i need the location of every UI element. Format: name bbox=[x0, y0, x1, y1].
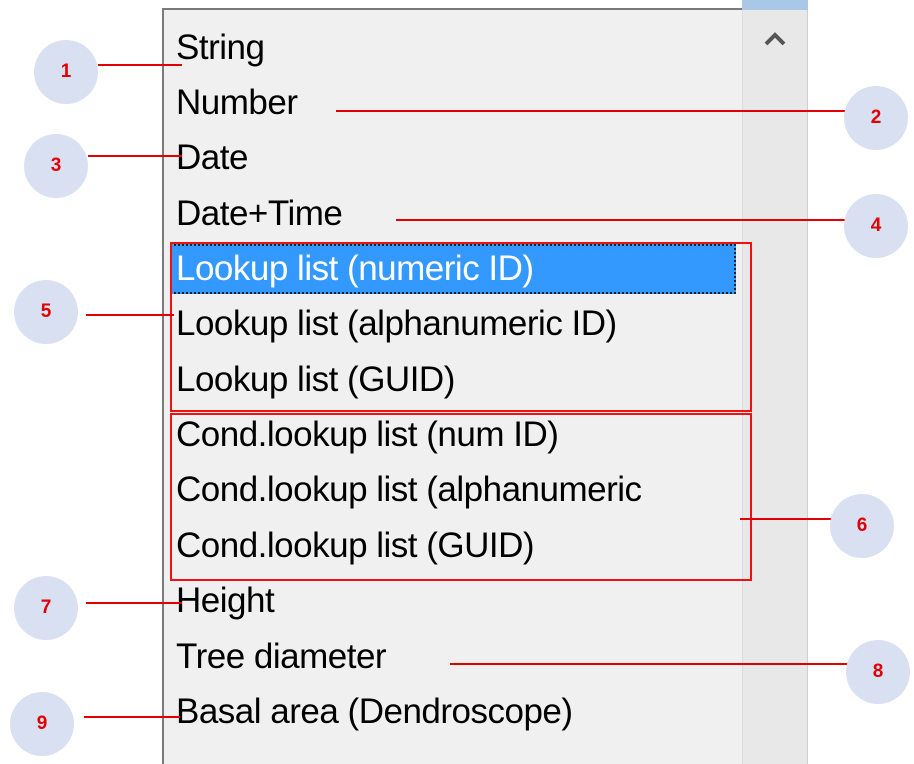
leader-line-5 bbox=[86, 314, 174, 316]
callout-9: 9 bbox=[10, 692, 74, 756]
callout-4: 4 bbox=[844, 194, 908, 258]
scrollbar-top-edge bbox=[742, 0, 808, 10]
callout-2: 2 bbox=[844, 86, 908, 150]
list-item-string[interactable]: String bbox=[176, 23, 265, 73]
callout-6: 6 bbox=[830, 494, 894, 558]
chevron-up-icon bbox=[764, 32, 786, 46]
callout-5: 5 bbox=[14, 280, 78, 344]
leader-line-7 bbox=[86, 602, 182, 604]
leader-line-8 bbox=[450, 663, 858, 665]
scroll-up-button[interactable] bbox=[743, 10, 807, 106]
leader-line-3 bbox=[88, 155, 182, 157]
list-item-date-time[interactable]: Date+Time bbox=[176, 189, 343, 239]
leader-line-1 bbox=[98, 64, 182, 66]
cond-lookup-group-highlight bbox=[170, 413, 752, 581]
list-item-basal-area[interactable]: Basal area (Dendroscope) bbox=[176, 687, 573, 737]
callout-8: 8 bbox=[846, 640, 910, 704]
leader-line-2 bbox=[336, 110, 856, 112]
list-item-number[interactable]: Number bbox=[176, 78, 298, 128]
list-item-height[interactable]: Height bbox=[176, 576, 275, 626]
list-item-date[interactable]: Date bbox=[176, 133, 248, 183]
leader-line-9 bbox=[84, 716, 180, 718]
lookup-group-highlight bbox=[170, 242, 752, 412]
callout-1: 1 bbox=[34, 40, 98, 104]
callout-7: 7 bbox=[14, 576, 78, 640]
leader-line-4 bbox=[396, 219, 856, 221]
list-item-tree-diameter[interactable]: Tree diameter bbox=[176, 632, 387, 682]
callout-3: 3 bbox=[24, 134, 88, 198]
